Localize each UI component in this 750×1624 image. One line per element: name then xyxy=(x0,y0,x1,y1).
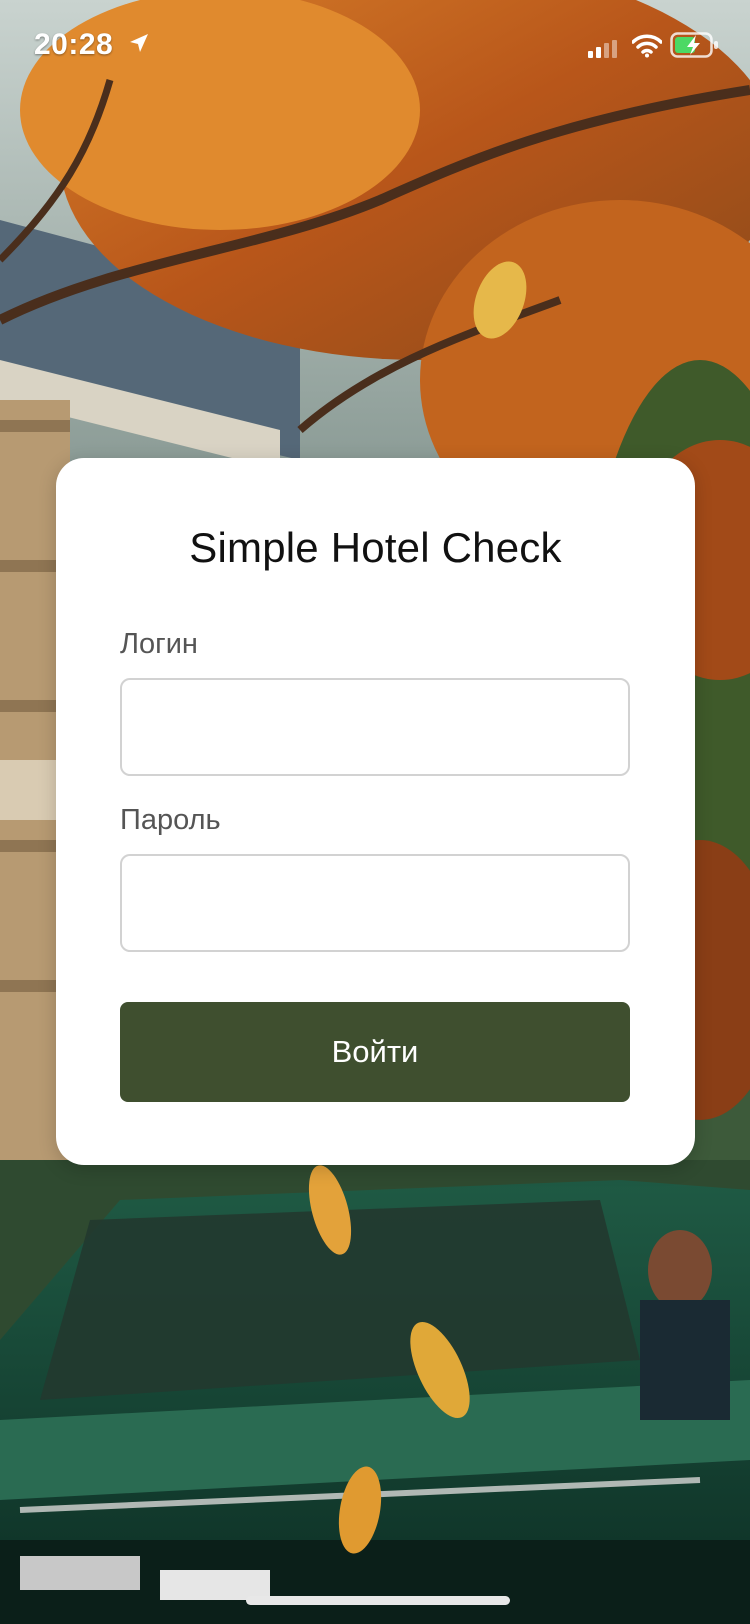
status-bar: 20:28 xyxy=(0,0,750,90)
login-label: Логин xyxy=(120,628,198,660)
password-input[interactable] xyxy=(120,854,630,952)
status-time: 20:28 xyxy=(34,28,114,61)
battery-charging-icon xyxy=(670,32,720,58)
login-input[interactable] xyxy=(120,678,630,776)
wifi-icon xyxy=(631,34,663,58)
home-indicator[interactable] xyxy=(246,1596,510,1605)
app-title: Simple Hotel Check xyxy=(189,524,562,571)
login-card: Simple Hotel Check Логин Пароль Войти xyxy=(56,458,695,1165)
location-arrow-icon xyxy=(128,32,150,54)
login-button[interactable]: Войти xyxy=(120,1002,630,1102)
cellular-signal-icon xyxy=(588,40,618,58)
password-label: Пароль xyxy=(120,804,221,836)
